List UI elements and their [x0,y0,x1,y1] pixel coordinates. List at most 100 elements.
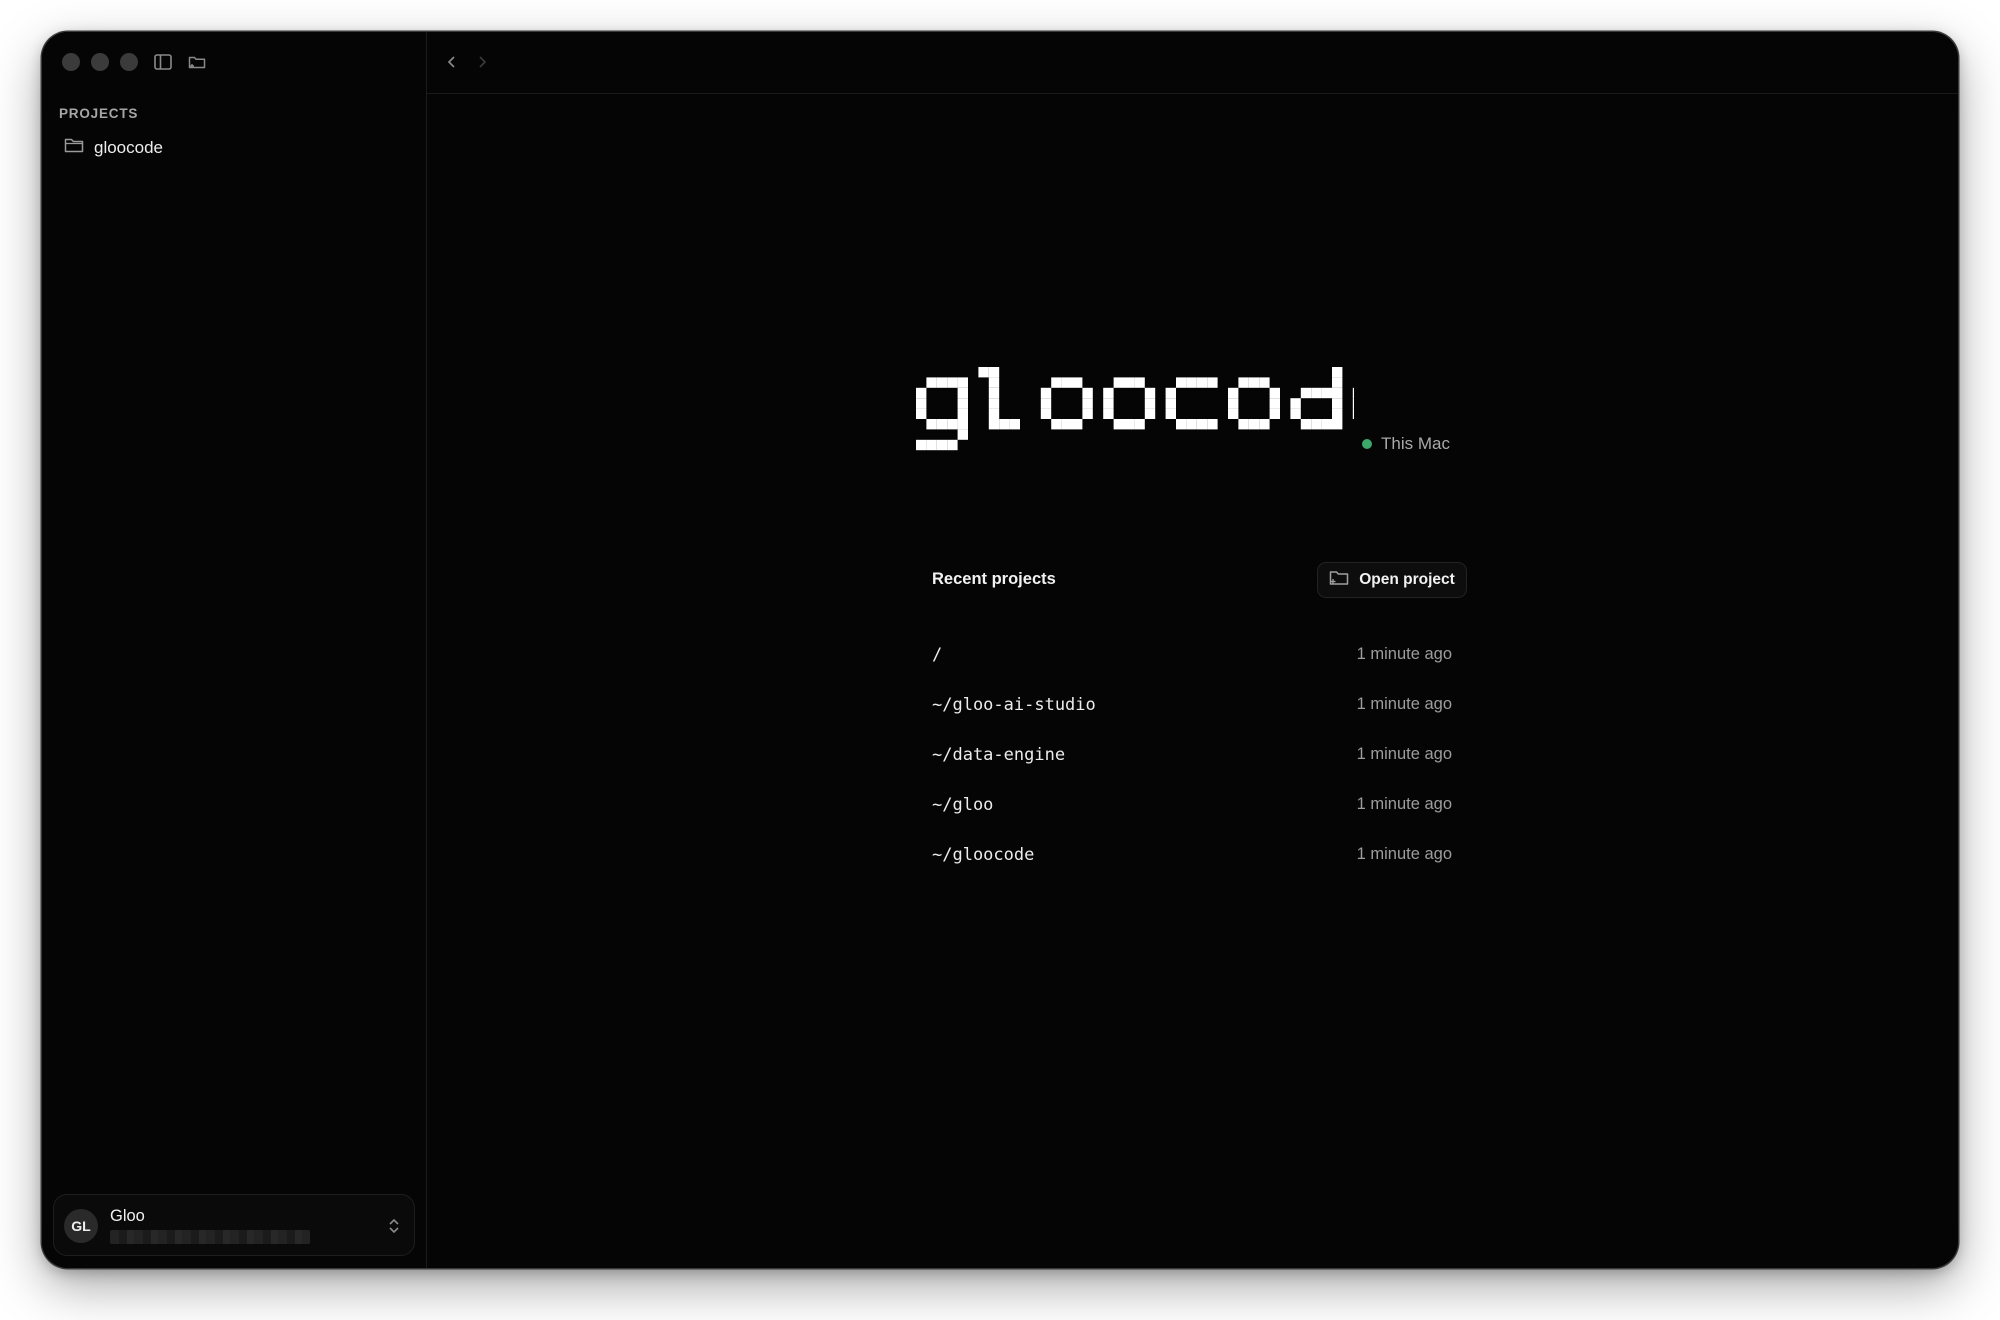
sidebar: PROJECTS gloocode GL Gloo [42,32,427,1268]
logo-pixel [1009,419,1020,430]
logo-pixel [1082,408,1093,419]
folder-icon [64,137,84,159]
logo-pixel [1103,398,1114,409]
logo-pixel [1259,377,1270,388]
logo-pixel [1332,408,1343,419]
account-switcher[interactable]: GL Gloo [53,1194,415,1256]
logo-pixel [1186,377,1197,388]
logo-pixel [1207,377,1218,388]
logo-pixel [988,377,1000,388]
recent-project-path: ~/gloo [932,795,994,815]
logo-pixel [926,377,937,388]
logo-pixel [1061,419,1072,430]
app-logo [914,359,1405,474]
logo-pixel [1332,419,1343,430]
logo-pixel [1040,398,1052,409]
logo-pixel [1332,377,1343,388]
logo-pixel [1332,387,1343,399]
logo-pixel [1238,377,1249,388]
sidebar-item-gloocode[interactable]: gloocode [64,137,163,159]
logo-pixel [947,377,958,388]
account-email-redacted [110,1230,310,1244]
account-name: Gloo [110,1207,145,1225]
sidebar-toggle-icon[interactable] [152,52,174,72]
logo-pixel [936,377,948,388]
logo-pixel [988,367,1000,378]
logo-pixel [936,439,948,451]
logo-pixel [957,387,968,399]
logo-pixel [1290,408,1301,419]
recent-project-path: ~/gloo-ai-studio [932,695,1096,715]
logo-pixel [1165,387,1176,399]
logo-pixel [988,398,1000,409]
logo-pixel [1269,398,1280,409]
logo-pixel [1072,419,1083,430]
chevron-up-down-icon [388,1217,400,1240]
logo-pixel [1300,419,1312,430]
logo-pixel [1051,419,1062,430]
logo-pixel [916,387,927,399]
logo-pixel [957,408,968,419]
avatar: GL [64,1209,98,1243]
logo-pixel [957,429,968,440]
logo-pixel [1321,387,1332,399]
logo-pixel [988,387,1000,399]
logo-pixel [1165,398,1176,409]
logo-pixel [988,419,1000,430]
logo-pixel [1311,419,1322,430]
minimize-window-button[interactable] [91,53,109,71]
logo-pixel [1332,398,1343,409]
logo-pixel [1238,419,1249,430]
logo-pixel [1124,419,1135,430]
recent-project-time: 1 minute ago [1356,695,1452,713]
logo-pixel [1269,387,1280,399]
open-project-button[interactable]: Open project [1317,562,1467,598]
chevron-left-icon [447,56,455,68]
new-folder-icon[interactable] [186,52,208,72]
logo-pixel [1332,367,1343,378]
status-dot [1362,439,1372,449]
logo-pixel [1072,377,1083,388]
projects-section-label: PROJECTS [59,106,139,121]
recent-project-time: 1 minute ago [1356,645,1452,663]
zoom-window-button[interactable] [120,53,138,71]
logo-pixel [926,419,937,430]
logo-pixel [999,419,1010,430]
logo-pixel [1144,408,1156,419]
logo-pixel [916,408,927,419]
logo-pixel [1113,419,1124,430]
logo-pixel [1165,408,1176,419]
forward-button[interactable] [475,53,489,76]
logo-pixel [957,419,968,430]
recent-project-row[interactable]: ~/gloo 1 minute ago [932,795,1452,845]
recent-project-row[interactable]: ~/gloocode 1 minute ago [932,845,1452,895]
logo-pixel [1248,419,1260,430]
topbar [427,32,1958,94]
recent-project-time: 1 minute ago [1356,745,1452,763]
logo-pixel [978,367,989,378]
logo-pixel [936,419,948,430]
recent-project-row[interactable]: ~/gloo-ai-studio 1 minute ago [932,695,1452,745]
logo-pixel [1176,419,1187,430]
status-label: This Mac [1381,434,1450,453]
logo-pixel [1321,419,1332,430]
logo-pixel [1103,408,1114,419]
logo-pixel [1051,377,1062,388]
logo-pixel [1269,408,1280,419]
close-window-button[interactable] [62,53,80,71]
recent-project-row[interactable]: ~/data-engine 1 minute ago [932,745,1452,795]
recent-project-row[interactable]: / 1 minute ago [932,645,1452,695]
logo-pixel [1228,408,1239,419]
logo-pixel [1352,408,1364,419]
logo-pixel [1082,387,1093,399]
main-panel: This Mac Recent projects Open project / … [427,32,1958,1268]
open-project-label: Open project [1359,571,1455,588]
recent-projects-heading: Recent projects [932,570,1056,588]
recent-project-path: / [932,645,943,665]
folder-plus-icon [1329,570,1349,591]
logo-pixel [1124,377,1135,388]
back-button[interactable] [445,53,459,76]
logo-pixel [1352,398,1364,409]
logo-pixel [1134,377,1145,388]
logo-pixel [1134,419,1145,430]
